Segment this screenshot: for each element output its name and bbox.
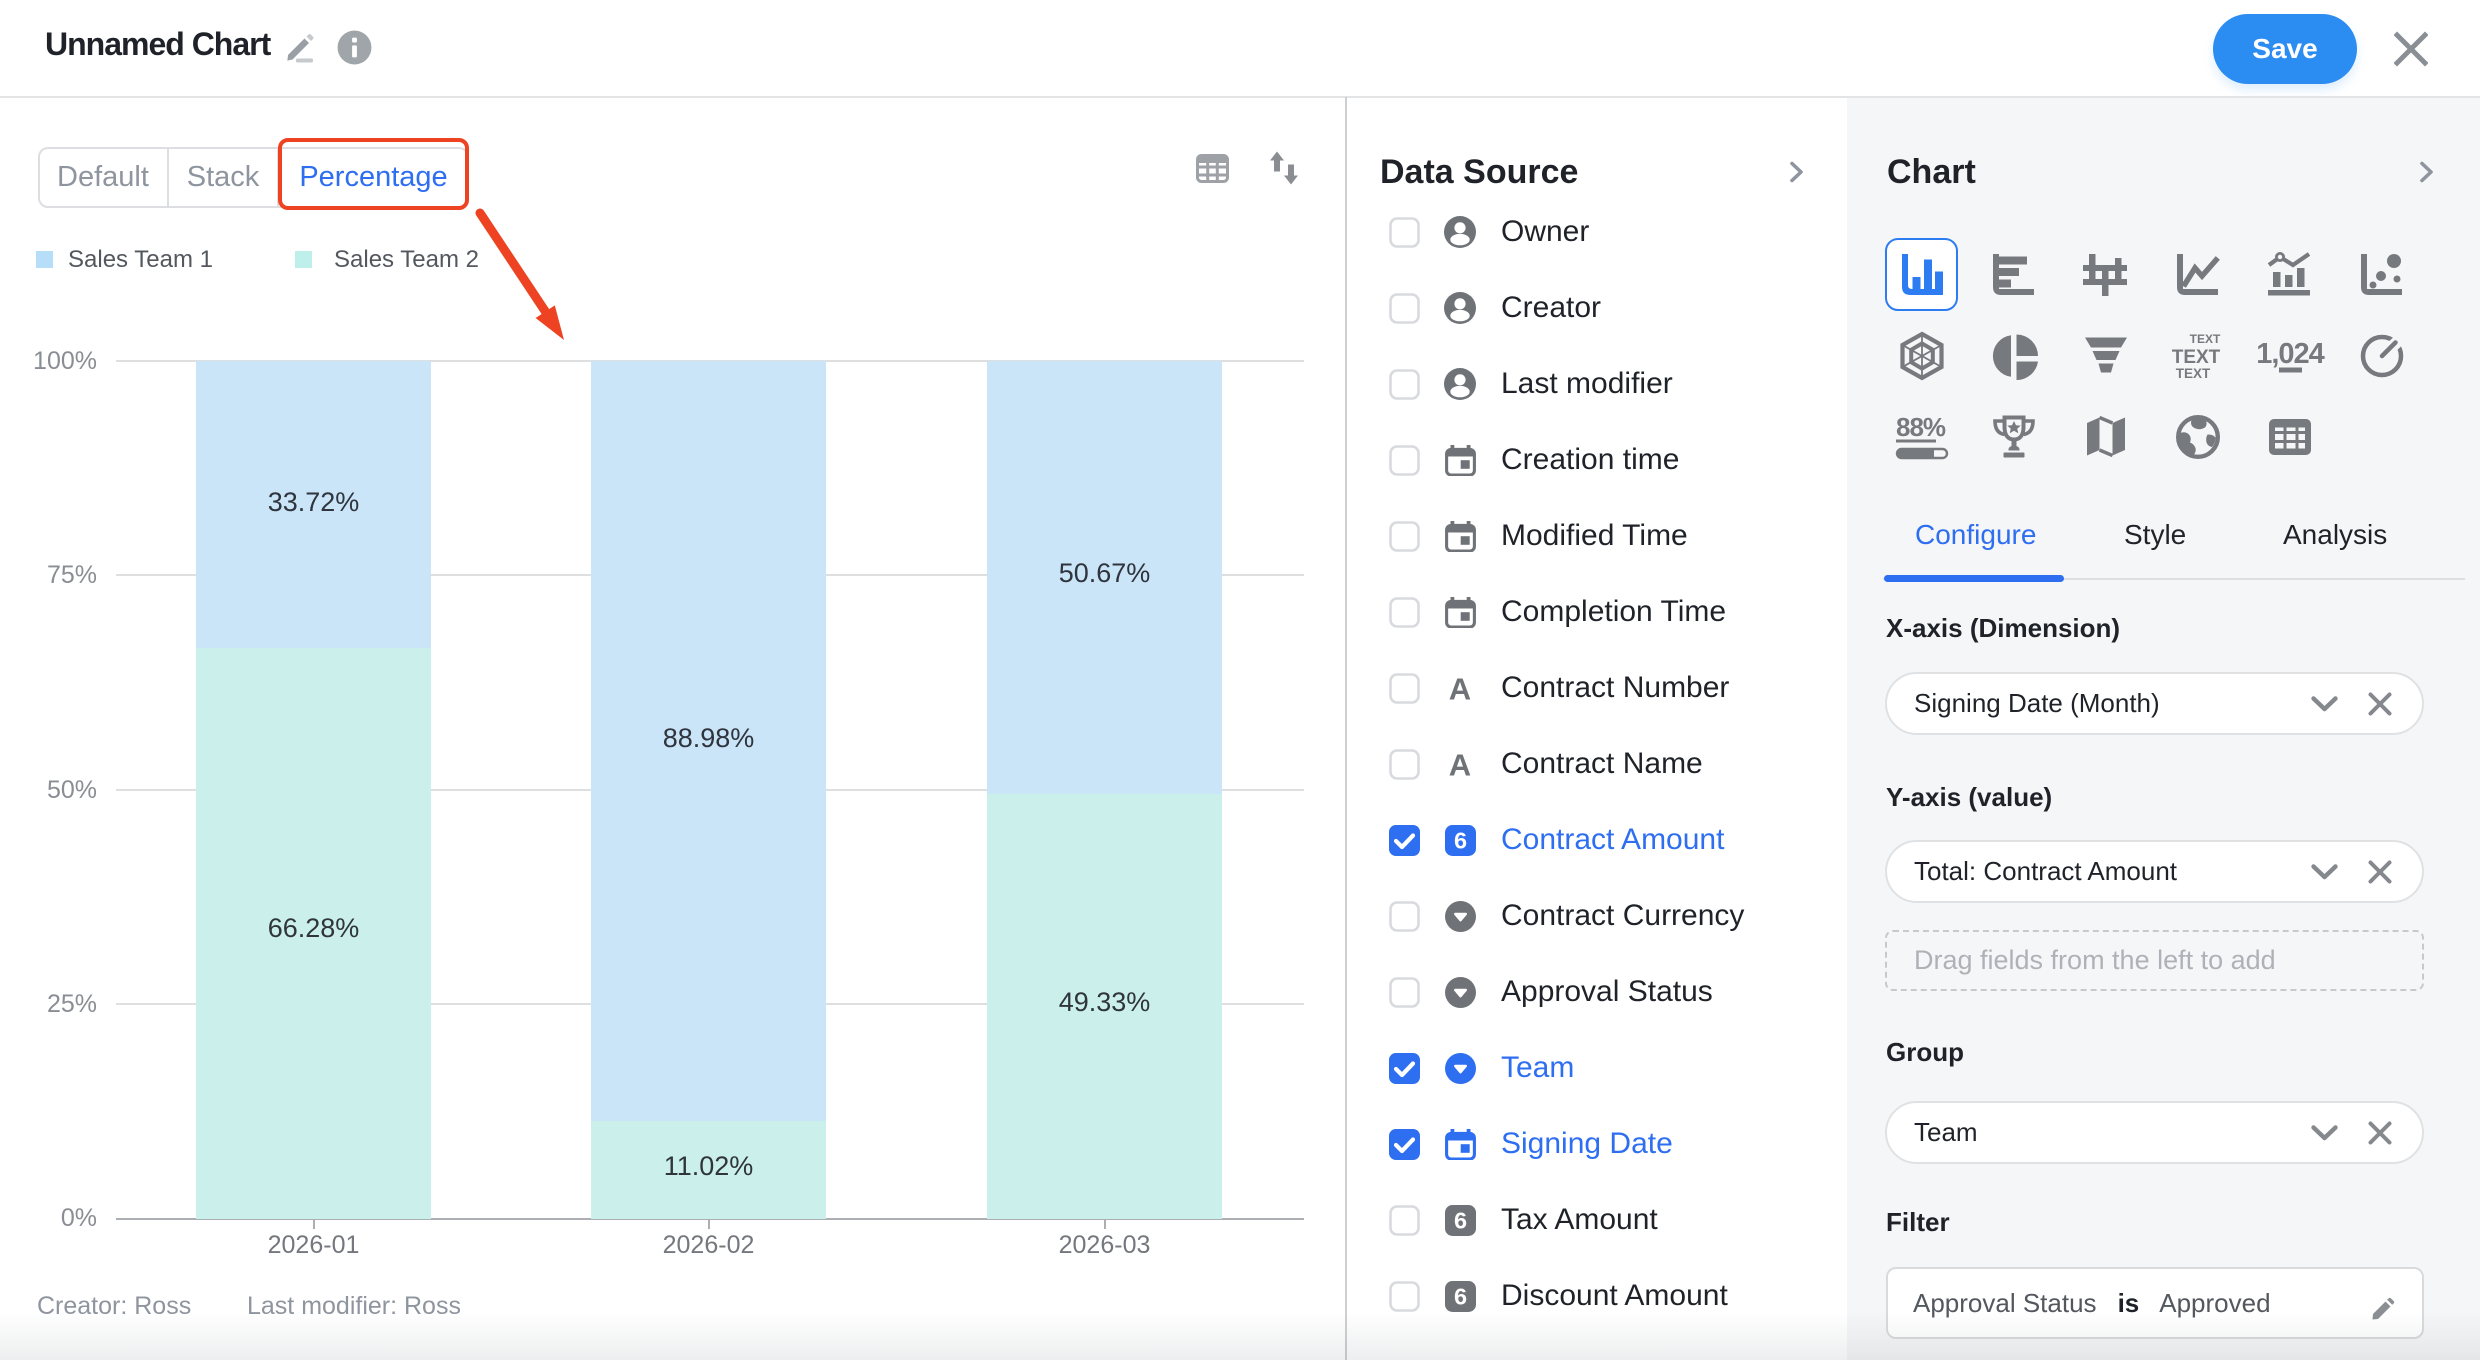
svg-text:TEXT: TEXT: [2176, 366, 2211, 381]
svg-text:TEXT: TEXT: [2190, 332, 2221, 346]
svg-text:88%: 88%: [1896, 412, 1946, 442]
svg-text:1,024: 1,024: [2256, 338, 2324, 370]
svg-text:TEXT: TEXT: [2172, 347, 2221, 368]
